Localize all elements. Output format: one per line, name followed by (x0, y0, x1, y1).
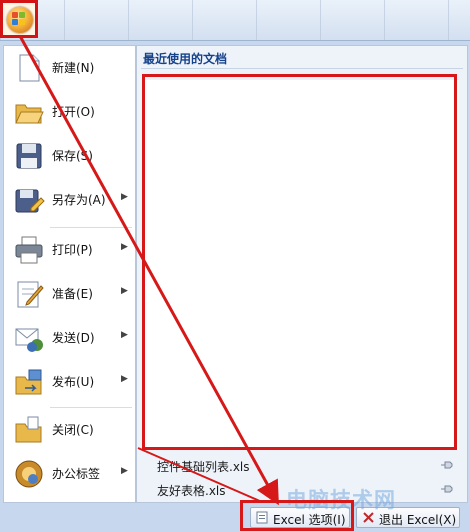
menu-item-label: 发布(U) (52, 375, 95, 389)
menu-item-label: 准备(E) (52, 287, 93, 301)
menu-item-label: 关闭(C) (52, 423, 94, 437)
prepare-icon (17, 281, 44, 308)
menu-item-label: 办公标签 (52, 467, 101, 481)
menu-item-prepare[interactable]: 准备(E) ▶ (4, 272, 135, 316)
send-icon (15, 328, 43, 352)
office-menu: 新建(N) 打开(O) 保存(S) 另存为(A) ▶ 打印(P) ▶ 准备(E)… (0, 40, 470, 532)
menu-item-print[interactable]: 打印(P) ▶ (4, 228, 135, 272)
menu-item-label: 发送(D) (52, 331, 95, 345)
command-list: 新建(N) 打开(O) 保存(S) 另存为(A) ▶ 打印(P) ▶ 准备(E)… (3, 45, 136, 503)
publish-icon (15, 369, 42, 395)
menu-item-label: 保存(S) (52, 149, 93, 163)
save-disk-icon (16, 143, 42, 169)
recent-documents-title: 最近使用的文档 (143, 52, 228, 66)
menu-item-new[interactable]: 新建(N) (4, 46, 135, 90)
menu-item-open[interactable]: 打开(O) (4, 90, 135, 134)
office-tab-icon (15, 460, 43, 488)
recent-list-area (143, 80, 459, 450)
office-logo-icon (12, 12, 26, 26)
save-as-icon (15, 189, 45, 213)
pin-icon[interactable] (441, 485, 453, 493)
new-document-icon (19, 54, 40, 82)
menu-item-label: 打开(O) (52, 105, 95, 119)
menu-item-save[interactable]: 保存(S) (4, 134, 135, 178)
menu-item-close[interactable]: 关闭(C) (4, 408, 135, 452)
recent-file-item[interactable]: 友好表格.xls (157, 482, 226, 499)
close-folder-icon (15, 416, 42, 443)
recent-divider (141, 68, 463, 69)
menu-item-save-as[interactable]: 另存为(A) ▶ (4, 178, 135, 222)
menu-item-office-tab[interactable]: 办公标签 ▶ (4, 452, 135, 496)
options-doc-icon (256, 511, 268, 524)
recent-documents-panel: 最近使用的文档 控件基础列表.xls 友好表格.xls (136, 45, 468, 503)
submenu-arrow-icon: ▶ (121, 466, 128, 476)
submenu-arrow-icon: ▶ (121, 374, 128, 384)
open-folder-icon (15, 104, 44, 124)
submenu-arrow-icon: ▶ (121, 330, 128, 340)
menu-item-label: 另存为(A) (52, 193, 106, 207)
submenu-arrow-icon: ▶ (121, 242, 128, 252)
recent-file-item[interactable]: 控件基础列表.xls (157, 458, 250, 475)
sheet-grid-background (0, 0, 470, 40)
pin-icon[interactable] (441, 461, 453, 469)
watermark: 电脑技术网 (286, 488, 396, 512)
menu-item-label: 打印(P) (52, 243, 93, 257)
office-button[interactable] (0, 0, 38, 38)
menu-item-publish[interactable]: 发布(U) ▶ (4, 360, 135, 404)
submenu-arrow-icon: ▶ (121, 286, 128, 296)
printer-icon (15, 236, 43, 264)
menu-footer: Excel 选项(I) 退出 Excel(X) (0, 501, 470, 532)
menu-item-label: 新建(N) (52, 61, 95, 75)
submenu-arrow-icon: ▶ (121, 192, 128, 202)
title-bar (0, 0, 470, 40)
menu-item-send[interactable]: 发送(D) ▶ (4, 316, 135, 360)
